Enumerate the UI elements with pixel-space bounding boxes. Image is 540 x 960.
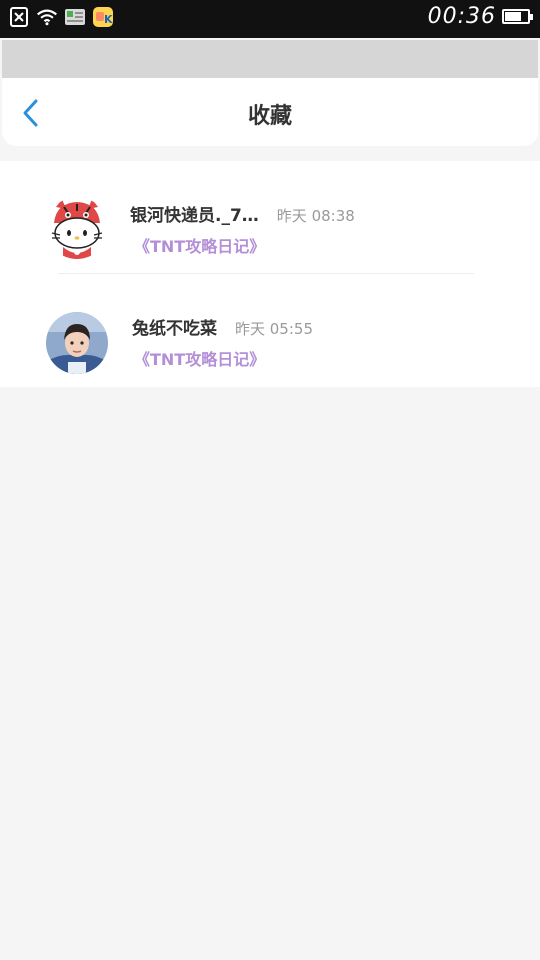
nav-bar: 收藏 — [2, 78, 538, 146]
battery-icon — [502, 9, 533, 24]
cartoon-cat-avatar — [46, 197, 108, 259]
wifi-icon — [36, 6, 58, 28]
app-notification-icon — [64, 6, 86, 28]
collection-link[interactable]: 《TNT攻略日记》 — [134, 346, 265, 370]
app-k-icon: K — [92, 6, 114, 28]
sim-disabled-icon — [8, 6, 30, 28]
collection-link[interactable]: 《TNT攻略日记》 — [134, 233, 265, 257]
favorites-list: 银河快递员._7… 昨天 08:38 《TNT攻略日记》 兔纸不吃菜 昨天 05… — [0, 161, 540, 387]
avatar[interactable] — [46, 197, 108, 259]
status-right: 00:36 — [427, 4, 533, 29]
list-item[interactable]: 银河快递员._7… 昨天 08:38 《TNT攻略日记》 — [0, 161, 540, 274]
clock: 00:36 — [427, 4, 496, 29]
item-meta: 兔纸不吃菜 昨天 05:55 — [132, 314, 313, 339]
status-bar: K 00:36 — [0, 0, 540, 38]
sender-name[interactable]: 兔纸不吃菜 — [132, 314, 217, 339]
svg-text:K: K — [104, 13, 113, 26]
photo-avatar — [46, 312, 108, 374]
avatar[interactable] — [46, 312, 108, 374]
item-meta: 银河快递员._7… 昨天 08:38 — [130, 201, 355, 226]
timestamp: 昨天 05:55 — [235, 320, 313, 338]
header-shade — [2, 40, 538, 80]
sender-name[interactable]: 银河快递员._7… — [130, 201, 259, 226]
page-title: 收藏 — [247, 104, 292, 129]
list-item[interactable]: 兔纸不吃菜 昨天 05:55 《TNT攻略日记》 — [0, 274, 540, 387]
timestamp: 昨天 08:38 — [276, 207, 355, 225]
status-icons: K — [8, 6, 114, 28]
battery-level — [505, 12, 521, 21]
